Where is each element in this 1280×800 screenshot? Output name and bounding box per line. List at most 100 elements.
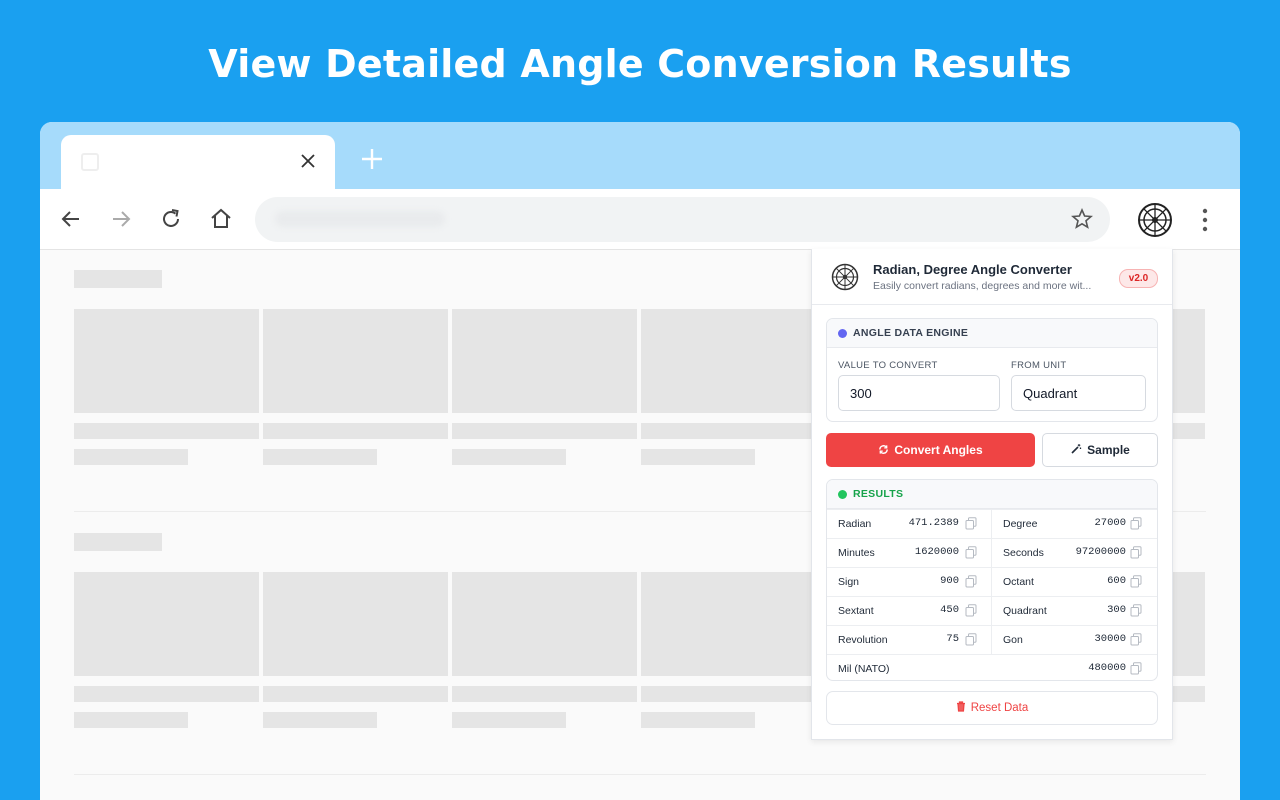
convert-button-label: Convert Angles [894,443,983,457]
reload-icon[interactable] [158,206,184,232]
skeleton-heading [74,533,162,551]
result-item: Sextant 450 [827,597,991,625]
skeleton-card [641,572,826,676]
skeleton-card [1173,309,1205,413]
skeleton-line [263,423,448,439]
result-unit-name: Mil (NATO) [838,663,890,675]
result-value[interactable]: 300 [1107,604,1126,616]
skeleton-line [1173,423,1205,439]
extension-wheel-icon[interactable] [1136,201,1174,239]
skeleton-line [641,712,755,728]
result-unit-name: Octant [1003,576,1034,588]
skeleton-line [452,686,637,702]
extension-popup: Radian, Degree Angle Converter Easily co… [811,249,1173,740]
browser-toolbar [40,189,1240,250]
skeleton-line [452,712,566,728]
result-value[interactable]: 900 [940,575,959,587]
address-bar[interactable] [255,197,1110,242]
back-arrow-icon[interactable] [58,206,84,232]
sample-button-label: Sample [1087,443,1130,457]
tab-favicon [81,153,99,171]
skeleton-card [641,309,826,413]
value-input[interactable]: 300 [838,375,1000,411]
results-row: Minutes 1620000 Seconds 97200000 [827,538,1157,567]
results-row: Mil (NATO) 480000 [827,654,1157,680]
result-value[interactable]: 75 [946,633,959,645]
copy-icon[interactable] [965,633,977,646]
result-value[interactable]: 480000 [1088,662,1126,674]
results-card: RESULTS Radian 471.2389 Degree 27000 Minutes… [826,479,1158,681]
copy-icon[interactable] [1130,546,1142,559]
result-item: Degree 27000 [992,510,1157,538]
more-vert-icon[interactable] [1200,207,1210,233]
result-item: Quadrant 300 [992,597,1157,625]
page-headline: View Detailed Angle Conversion Results [208,42,1072,86]
tab-bar [40,122,1240,190]
skeleton-card [263,572,448,676]
magic-wand-icon [1071,444,1082,454]
result-value[interactable]: 600 [1107,575,1126,587]
version-badge: v2.0 [1119,269,1158,288]
skeleton-heading [74,270,162,288]
copy-icon[interactable] [1130,517,1142,530]
result-unit-name: Quadrant [1003,605,1047,617]
skeleton-card [452,572,637,676]
skeleton-line [74,712,188,728]
popup-header: Radian, Degree Angle Converter Easily co… [812,249,1172,305]
copy-icon[interactable] [1130,662,1142,675]
skeleton-card [452,309,637,413]
result-value[interactable]: 471.2389 [909,517,959,529]
copy-icon[interactable] [1130,633,1142,646]
star-icon[interactable] [1070,207,1094,231]
result-item: Octant 600 [992,568,1157,596]
result-item: Minutes 1620000 [827,539,991,567]
result-unit-name: Radian [838,518,872,530]
forward-arrow-icon[interactable] [108,206,134,232]
skeleton-line [1173,686,1205,702]
value-field-label: VALUE TO CONVERT [838,360,938,371]
unit-field-label: FROM UNIT [1011,360,1067,371]
popup-title: Radian, Degree Angle Converter [873,262,1072,277]
engine-status-dot [838,329,847,338]
copy-icon[interactable] [1130,604,1142,617]
results-column-divider [991,509,992,654]
angle-engine-card: ANGLE DATA ENGINE VALUE TO CONVERT 300 F… [826,318,1158,422]
result-value[interactable]: 1620000 [915,546,959,558]
result-value[interactable]: 97200000 [1076,546,1126,558]
trash-icon [956,701,965,712]
result-value[interactable]: 27000 [1094,517,1126,529]
copy-icon[interactable] [965,604,977,617]
result-unit-name: Seconds [1003,547,1044,559]
sample-button[interactable]: Sample [1042,433,1158,467]
result-value[interactable]: 30000 [1094,633,1126,645]
result-item: Gon 30000 [992,626,1157,654]
skeleton-line [74,449,188,465]
skeleton-card [74,572,259,676]
convert-button[interactable]: Convert Angles [826,433,1035,467]
result-value[interactable]: 450 [940,604,959,616]
reset-button-label: Reset Data [970,702,1029,714]
unit-select[interactable]: Quadrant [1011,375,1146,411]
skeleton-line [263,712,377,728]
result-unit-name: Minutes [838,547,875,559]
plus-icon[interactable] [360,147,384,171]
skeleton-line [641,449,755,465]
skeleton-line [452,449,566,465]
result-unit-name: Gon [1003,634,1023,646]
refresh-icon [879,445,889,454]
copy-icon[interactable] [965,546,977,559]
results-row: Radian 471.2389 Degree 27000 [827,509,1157,538]
result-unit-name: Sextant [838,605,874,617]
home-icon[interactable] [208,206,234,232]
address-bar-blurred-url [275,211,445,227]
copy-icon[interactable] [965,575,977,588]
browser-tab[interactable] [61,135,335,190]
reset-button[interactable]: Reset Data [826,691,1158,725]
result-item: Radian 471.2389 [827,510,991,538]
copy-icon[interactable] [1130,575,1142,588]
copy-icon[interactable] [965,517,977,530]
skeleton-line [263,686,448,702]
results-card-title: RESULTS [853,488,904,500]
result-item: Sign 900 [827,568,991,596]
close-icon[interactable] [297,150,319,172]
